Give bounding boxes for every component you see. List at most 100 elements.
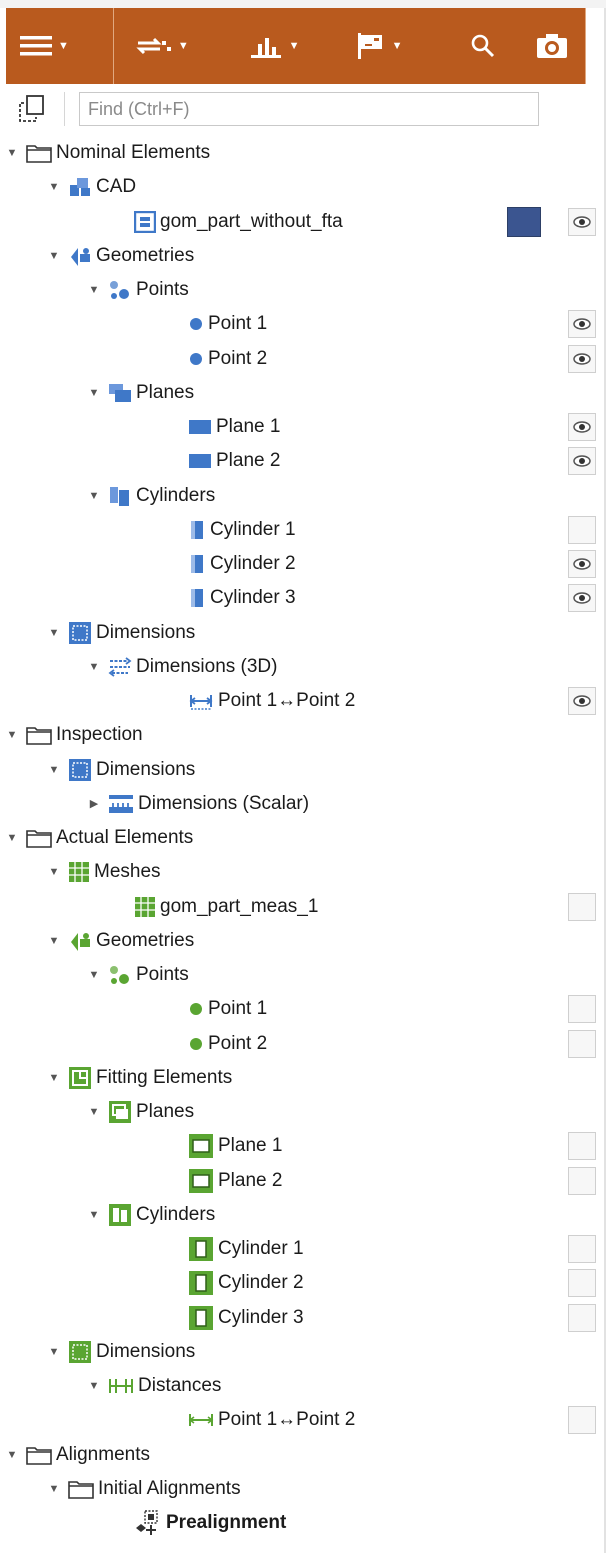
tree-item-planes[interactable]: ▼ Planes (0, 1095, 606, 1129)
expand-down-icon[interactable]: ▼ (86, 969, 102, 981)
tree-item-cylinders[interactable]: ▼ Cylinders (0, 479, 606, 513)
expand-right-icon[interactable]: ▶ (86, 797, 102, 810)
expand-down-icon[interactable]: ▼ (86, 1106, 102, 1118)
tree-item-point-2[interactable]: Point 2 (0, 1027, 606, 1061)
tree-item-nominal-elements[interactable]: ▼ Nominal Elements (0, 136, 606, 170)
tree-item-point-1[interactable]: Point 1 (0, 307, 606, 341)
visibility-toggle[interactable] (568, 1406, 596, 1435)
cylinder-icon (188, 518, 206, 542)
expand-down-icon[interactable]: ▼ (46, 627, 62, 639)
tree-item-dimensions-3d[interactable]: ▼ Dimensions (3D) (0, 650, 606, 684)
planes-icon (108, 381, 132, 405)
expand-down-icon[interactable]: ▼ (46, 1483, 62, 1495)
expand-down-icon[interactable]: ▼ (86, 661, 102, 673)
tree-item-gom-part-without-fta[interactable]: gom_part_without_fta (0, 205, 606, 239)
tree-item-cylinder-2[interactable]: Cylinder 2 (0, 1266, 606, 1300)
tree-item-alignments[interactable]: ▼ Alignments (0, 1438, 606, 1472)
visibility-toggle[interactable] (568, 413, 596, 441)
visibility-toggle[interactable] (568, 995, 596, 1024)
visibility-toggle[interactable] (568, 1235, 596, 1263)
tree-item-cylinder-1[interactable]: Cylinder 1 (0, 1232, 606, 1266)
visibility-toggle[interactable] (568, 584, 596, 613)
tree-item-label: Cylinder 2 (218, 1272, 304, 1294)
tree-item-cylinders[interactable]: ▼ Cylinders (0, 1198, 606, 1232)
visibility-toggle[interactable] (568, 1303, 596, 1332)
tree-item-plane-1[interactable]: Plane 1 (0, 1129, 606, 1163)
expand-down-icon[interactable]: ▼ (46, 181, 62, 193)
tree-item-distances[interactable]: ▼ Distances (0, 1369, 606, 1403)
expand-down-icon[interactable]: ▼ (46, 250, 62, 262)
tree-item-dimensions[interactable]: ▼ Dimensions (0, 753, 606, 787)
menu-button[interactable]: ▼ (6, 8, 113, 84)
tree-item-label: Point 1 (208, 313, 268, 335)
visibility-toggle[interactable] (568, 207, 596, 236)
tree-item-prealignment[interactable]: Prealignment (0, 1506, 606, 1540)
tree-item-gom-part-meas-1[interactable]: gom_part_meas_1 (0, 890, 606, 924)
expand-down-icon[interactable]: ▼ (4, 147, 20, 159)
search-button[interactable] (447, 8, 519, 84)
visibility-toggle[interactable] (568, 1269, 596, 1298)
tree-item-point-1-point-2[interactable]: Point 1↔Point 2 (0, 1403, 606, 1437)
tree-item-label: Plane 2 (218, 1169, 283, 1191)
tree-item-geometries[interactable]: ▼ Geometries (0, 924, 606, 958)
tree-item-points[interactable]: ▼ Points (0, 273, 606, 307)
tree-item-geometries[interactable]: ▼ Geometries (0, 239, 606, 273)
tree-item-plane-2[interactable]: Plane 2 (0, 444, 606, 478)
tree-item-cylinder-2[interactable]: Cylinder 2 (0, 547, 606, 581)
visibility-toggle[interactable] (568, 687, 596, 715)
visibility-toggle[interactable] (568, 447, 596, 476)
tree-item-planes[interactable]: ▼ Planes (0, 376, 606, 410)
color-swatch[interactable] (507, 206, 541, 237)
tree-item-dimensions[interactable]: ▼ Dimensions (0, 616, 606, 650)
visibility-toggle[interactable] (568, 892, 596, 921)
visibility-toggle[interactable] (568, 1029, 596, 1058)
tree-item-point-2[interactable]: Point 2 (0, 342, 606, 376)
tree-item-point-1-point-2[interactable]: Point 1↔Point 2 (0, 684, 606, 718)
expand-down-icon[interactable]: ▼ (86, 1380, 102, 1392)
tree-item-plane-1[interactable]: Plane 1 (0, 410, 606, 444)
expand-down-icon[interactable]: ▼ (4, 1449, 20, 1461)
tree-item-dimensions[interactable]: ▼ Dimensions (0, 1335, 606, 1369)
tree-item-label: Point 1↔Point 2 (218, 1409, 356, 1431)
camera-button[interactable] (519, 8, 585, 84)
tree-item-actual-elements[interactable]: ▼ Actual Elements (0, 821, 606, 855)
toolbar-divider (112, 8, 114, 84)
expand-down-icon[interactable]: ▼ (46, 935, 62, 947)
expand-down-icon[interactable]: ▼ (86, 1209, 102, 1221)
tree-item-point-1[interactable]: Point 1 (0, 992, 606, 1026)
report-button[interactable]: ▼ (340, 8, 447, 84)
visibility-toggle[interactable] (568, 344, 596, 373)
tree-item-plane-2[interactable]: Plane 2 (0, 1164, 606, 1198)
tree-item-cylinder-3[interactable]: Cylinder 3 (0, 581, 606, 615)
eye-icon (573, 558, 591, 570)
copy-button[interactable] (6, 89, 56, 129)
visibility-toggle[interactable] (568, 1166, 596, 1195)
tree-item-meshes[interactable]: ▼ Meshes (0, 855, 606, 889)
visibility-toggle[interactable] (568, 1132, 596, 1161)
align-button[interactable]: ▼ (114, 8, 231, 84)
expand-down-icon[interactable]: ▼ (46, 1346, 62, 1358)
tree-item-cylinder-3[interactable]: Cylinder 3 (0, 1301, 606, 1335)
expand-down-icon[interactable]: ▼ (86, 284, 102, 296)
inspect-button[interactable]: ▼ (231, 8, 340, 84)
search-input[interactable] (79, 92, 539, 126)
visibility-toggle[interactable] (568, 310, 596, 339)
tree-item-dimensions-scalar[interactable]: ▶ Dimensions (Scalar) (0, 787, 606, 821)
tree-item-cad[interactable]: ▼ CAD (0, 170, 606, 204)
expand-down-icon[interactable]: ▼ (46, 866, 62, 878)
tree-item-cylinder-1[interactable]: Cylinder 1 (0, 513, 606, 547)
expand-down-icon[interactable]: ▼ (46, 1072, 62, 1084)
visibility-toggle[interactable] (568, 515, 596, 544)
expand-down-icon[interactable]: ▼ (46, 764, 62, 776)
meshes-icon (68, 860, 90, 884)
tree-item-inspection[interactable]: ▼ Inspection (0, 718, 606, 752)
expand-down-icon[interactable]: ▼ (4, 729, 20, 741)
tree-item-points[interactable]: ▼ Points (0, 958, 606, 992)
plane-icon (188, 449, 212, 473)
expand-down-icon[interactable]: ▼ (86, 387, 102, 399)
expand-down-icon[interactable]: ▼ (4, 832, 20, 844)
visibility-toggle[interactable] (568, 550, 596, 578)
tree-item-fitting-elements[interactable]: ▼ Fitting Elements (0, 1061, 606, 1095)
expand-down-icon[interactable]: ▼ (86, 490, 102, 502)
tree-item-initial-alignments[interactable]: ▼ Initial Alignments (0, 1472, 606, 1506)
